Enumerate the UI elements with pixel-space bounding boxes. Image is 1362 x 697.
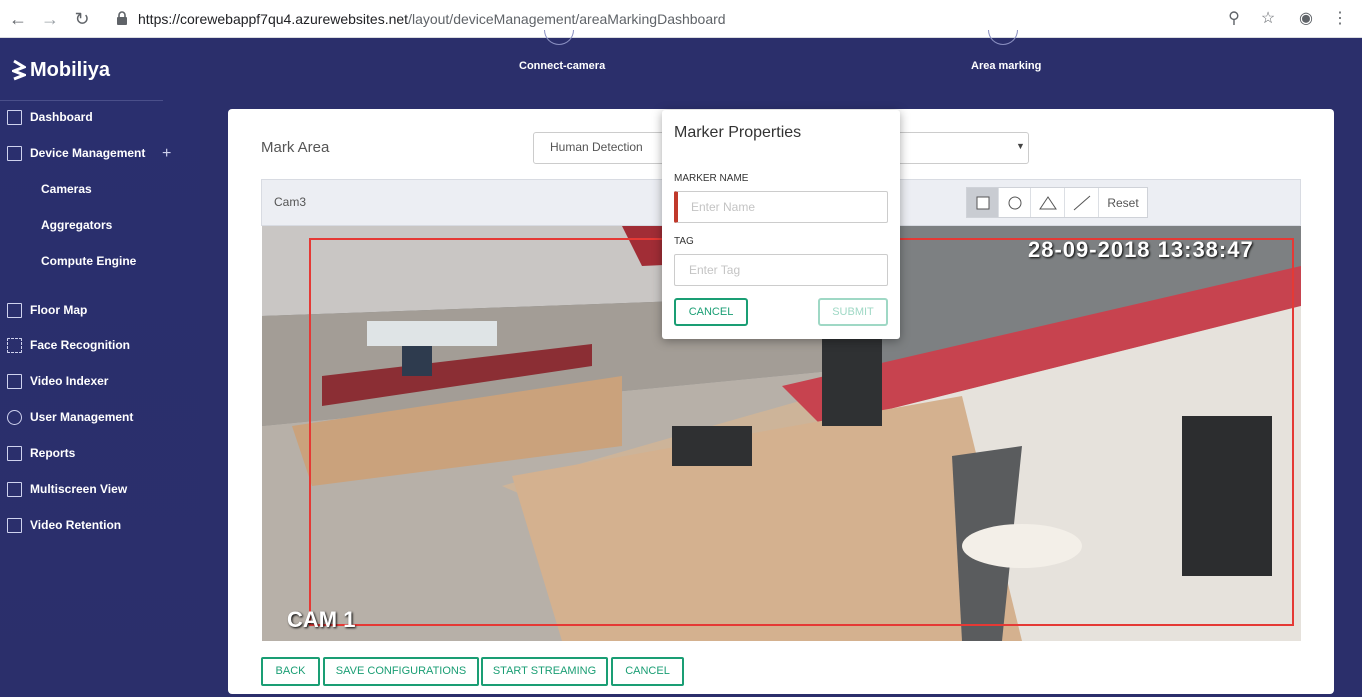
- step-area-marking-label: Area marking: [971, 60, 1042, 72]
- step-area-marking-circle: [988, 30, 1018, 45]
- drawing-toolbar: Reset: [966, 187, 1148, 218]
- sidebar-item-label: Device Management: [30, 146, 146, 160]
- reset-button[interactable]: Reset: [1099, 188, 1147, 217]
- grid-icon: [7, 109, 22, 125]
- line-tool[interactable]: [1065, 188, 1099, 217]
- logo-mark-icon: [12, 59, 26, 81]
- menu-dots-icon[interactable]: ⋮: [1330, 9, 1350, 29]
- sidebar-item-reports[interactable]: Reports: [7, 442, 75, 464]
- save-configurations-button[interactable]: SAVE CONFIGURATIONS: [323, 657, 479, 686]
- step-connect-camera-circle: [544, 30, 574, 45]
- browser-toolbar: ← → ↻ https://corewebappf7qu4.azurewebsi…: [0, 0, 1362, 38]
- circle-tool[interactable]: [999, 188, 1031, 217]
- line-icon: [1073, 195, 1090, 210]
- dialog-submit-button[interactable]: SUBMIT: [818, 298, 888, 326]
- sidebar-divider: [0, 100, 163, 101]
- sidebar-item-multiscreen-view[interactable]: Multiscreen View: [7, 478, 127, 500]
- sidebar-item-aggregators[interactable]: Aggregators: [41, 214, 112, 236]
- dialog-title: Marker Properties: [674, 124, 802, 141]
- sidebar-item-cameras[interactable]: Cameras: [41, 178, 92, 200]
- lock-icon: [117, 11, 127, 25]
- sidebar-item-video-indexer[interactable]: Video Indexer: [7, 370, 108, 392]
- rectangle-tool[interactable]: [967, 188, 999, 217]
- reload-icon[interactable]: ↻: [70, 7, 94, 31]
- marker-name-input[interactable]: [674, 191, 888, 223]
- circle-icon: [1008, 196, 1021, 209]
- sidebar-item-label: Video Indexer: [30, 374, 109, 388]
- star-icon[interactable]: ☆: [1258, 9, 1278, 29]
- incognito-icon[interactable]: ◉: [1296, 9, 1316, 29]
- user-icon: [7, 409, 22, 425]
- triangle-tool[interactable]: [1031, 188, 1065, 217]
- face-scan-icon: [7, 337, 22, 353]
- film-icon: [7, 373, 22, 389]
- video-camera-label: CAM 1: [287, 607, 356, 632]
- page-title: Mark Area: [261, 139, 330, 156]
- zoom-icon[interactable]: ⚲: [1224, 9, 1244, 29]
- url-path: /layout/deviceManagement/areaMarkingDash…: [408, 11, 726, 27]
- forward-arrow-icon[interactable]: →: [38, 7, 62, 31]
- sidebar: [0, 38, 200, 697]
- brand-logo[interactable]: Mobiliya: [12, 56, 110, 84]
- dialog-cancel-button[interactable]: CANCEL: [674, 298, 748, 326]
- sidebar-item-label: Face Recognition: [30, 338, 131, 352]
- sidebar-item-dashboard[interactable]: Dashboard: [7, 106, 93, 128]
- start-streaming-button[interactable]: START STREAMING: [481, 657, 608, 686]
- back-button[interactable]: BACK: [261, 657, 320, 686]
- sidebar-item-label: Video Retention: [30, 518, 122, 532]
- sidebar-item-label: Multiscreen View: [30, 482, 128, 496]
- expand-plus-icon[interactable]: +: [162, 145, 171, 163]
- tag-label: TAG: [674, 236, 694, 247]
- grid-icon: [7, 481, 22, 497]
- sidebar-item-label: User Management: [30, 410, 134, 424]
- address-bar[interactable]: https://corewebappf7qu4.azurewebsites.ne…: [138, 11, 726, 27]
- film-icon: [7, 517, 22, 533]
- sidebar-item-floor-map[interactable]: Floor Map: [7, 299, 87, 321]
- video-timestamp: 28-09-2018 13:38:47: [1028, 237, 1254, 262]
- sidebar-item-user-management[interactable]: User Management: [7, 406, 133, 428]
- sidebar-item-label: Dashboard: [30, 110, 93, 124]
- cancel-button[interactable]: CANCEL: [611, 657, 684, 686]
- caret-down-icon: ▼: [1016, 141, 1025, 151]
- list-icon: [7, 145, 22, 161]
- tag-input[interactable]: [674, 254, 888, 286]
- map-icon: [7, 302, 22, 318]
- chart-icon: [7, 445, 22, 461]
- sidebar-item-label: Reports: [30, 446, 76, 460]
- detection-type-value: Human Detection: [550, 140, 643, 154]
- step-connect-camera-label: Connect-camera: [519, 60, 606, 72]
- sidebar-item-video-retention[interactable]: Video Retention: [7, 514, 121, 536]
- square-icon: [976, 196, 989, 209]
- brand-name: Mobiliya: [30, 58, 111, 81]
- url-host: https://corewebappf7qu4.azurewebsites.ne…: [138, 11, 409, 27]
- back-arrow-icon[interactable]: ←: [6, 7, 30, 31]
- sidebar-item-compute-engine[interactable]: Compute Engine: [41, 250, 136, 272]
- sidebar-item-label: Floor Map: [30, 303, 88, 317]
- camera-name: Cam3: [274, 195, 307, 209]
- sidebar-item-device-management[interactable]: Device Management: [7, 142, 145, 164]
- triangle-icon: [1038, 195, 1057, 209]
- sidebar-item-face-recognition[interactable]: Face Recognition: [7, 334, 130, 356]
- marker-name-label: MARKER NAME: [674, 173, 749, 184]
